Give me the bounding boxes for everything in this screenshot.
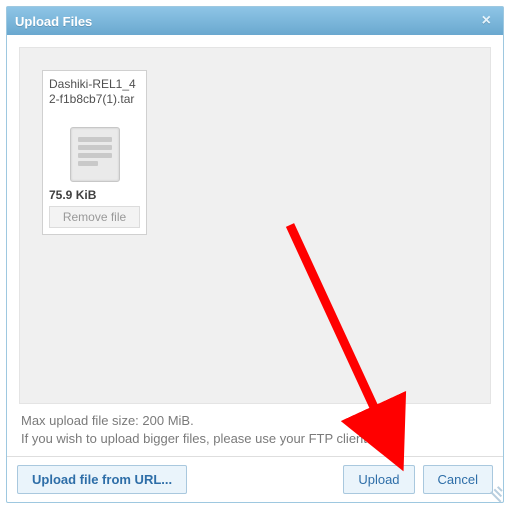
file-card: Dashiki-REL1_42-f1b8cb7(1).tar 75.9 KiB …: [42, 70, 147, 235]
upload-button[interactable]: Upload: [343, 465, 414, 494]
upload-from-url-button[interactable]: Upload file from URL...: [17, 465, 187, 494]
dialog-footer: Upload file from URL... Upload Cancel: [7, 456, 503, 502]
dialog-title: Upload Files: [15, 14, 92, 29]
file-size: 75.9 KiB: [49, 188, 140, 202]
document-icon: [70, 127, 120, 182]
cancel-button[interactable]: Cancel: [423, 465, 493, 494]
dropzone[interactable]: Dashiki-REL1_42-f1b8cb7(1).tar 75.9 KiB …: [19, 47, 491, 404]
upload-dialog: Upload Files × Dashiki-REL1_42-f1b8cb7(1…: [6, 6, 504, 503]
file-name: Dashiki-REL1_42-f1b8cb7(1).tar: [49, 77, 140, 123]
ftp-hint-text: If you wish to upload bigger files, plea…: [21, 430, 489, 448]
upload-info: Max upload file size: 200 MiB. If you wi…: [7, 408, 503, 456]
close-icon[interactable]: ×: [478, 13, 495, 29]
max-size-text: Max upload file size: 200 MiB.: [21, 412, 489, 430]
dialog-titlebar[interactable]: Upload Files ×: [7, 7, 503, 35]
remove-file-button[interactable]: Remove file: [49, 206, 140, 228]
